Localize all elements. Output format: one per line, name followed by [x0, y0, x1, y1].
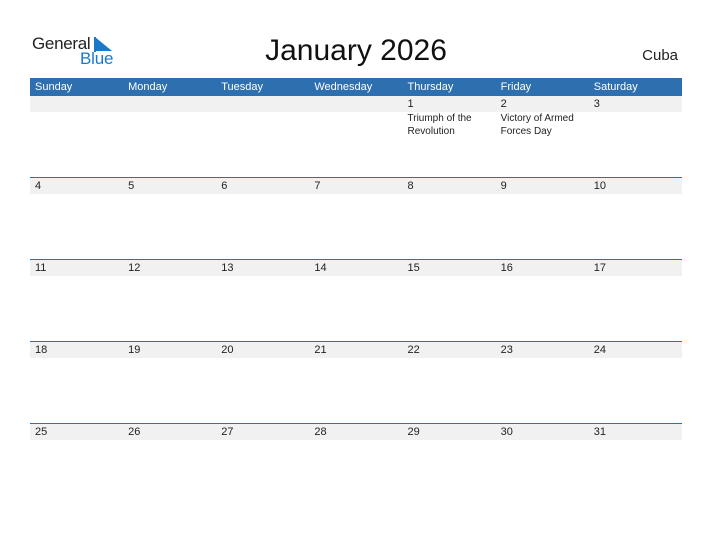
week-row: 11 12 13 14 15 16 17 [30, 259, 682, 341]
holiday-row: Triumph of the Revolution Victory of Arme… [30, 112, 682, 138]
day-number: 21 [314, 344, 327, 356]
day-number-bar: 18 19 20 21 22 23 24 [30, 342, 682, 358]
day-number: 18 [35, 344, 48, 356]
day-number: 28 [314, 426, 327, 438]
day-number-bar: 25 26 27 28 29 30 31 [30, 424, 682, 440]
day-number: 5 [128, 180, 135, 192]
weekday-header: Sunday Monday Tuesday Wednesday Thursday… [30, 78, 682, 96]
day-number: 22 [407, 344, 420, 356]
weekday-tuesday: Tuesday [221, 81, 264, 93]
day-number: 7 [314, 180, 321, 192]
day-number: 20 [221, 344, 234, 356]
day-number-bar: 1 2 3 [30, 96, 682, 112]
day-number-bar: 4 5 6 7 8 9 10 [30, 178, 682, 194]
day-number: 11 [35, 262, 47, 274]
day-number: 19 [128, 344, 141, 356]
holiday-label: Victory of Armed Forces Day [500, 113, 574, 137]
day-number: 4 [35, 180, 42, 192]
weeks-container: 1 2 3 Triumph of the Revolution Victory of A… [30, 96, 682, 505]
holiday-label: Triumph of the Revolution [407, 113, 472, 137]
day-number: 31 [593, 426, 606, 438]
weekday-friday: Friday [500, 81, 532, 93]
holiday-label [123, 112, 216, 138]
holiday-label [216, 112, 309, 138]
day-number: 3 [593, 98, 600, 110]
weekday-wednesday: Wednesday [314, 81, 373, 93]
day-number: 1 [407, 98, 414, 110]
day-number: 6 [221, 180, 228, 192]
day-number: 23 [500, 344, 513, 356]
day-number: 8 [407, 180, 414, 192]
day-number [123, 96, 216, 112]
day-number: 14 [314, 262, 327, 274]
calendar-grid: Sunday Monday Tuesday Wednesday Thursday… [30, 78, 682, 505]
week-row: 25 26 27 28 29 30 31 [30, 423, 682, 505]
day-number [30, 96, 123, 112]
day-number: 15 [407, 262, 420, 274]
day-number: 13 [221, 262, 234, 274]
day-number: 16 [500, 262, 513, 274]
day-number: 26 [128, 426, 141, 438]
week-row: 18 19 20 21 22 23 24 [30, 341, 682, 423]
weekday-monday: Monday [128, 81, 168, 93]
day-number: 25 [35, 426, 48, 438]
calendar-title: January 2026 [265, 34, 447, 67]
day-number: 17 [593, 262, 606, 274]
week-row: 1 2 3 Triumph of the Revolution Victory of A… [30, 96, 682, 177]
holiday-label [309, 112, 402, 138]
holiday-label [589, 112, 682, 138]
day-number-bar: 11 12 13 14 15 16 17 [30, 260, 682, 276]
day-number [309, 96, 402, 112]
day-number: 2 [500, 98, 507, 110]
day-number: 9 [500, 180, 507, 192]
day-number: 24 [593, 344, 606, 356]
holiday-label [30, 112, 123, 138]
weekday-sunday: Sunday [35, 81, 73, 93]
day-number: 12 [128, 262, 141, 274]
weekday-thursday: Thursday [407, 81, 454, 93]
day-number: 27 [221, 426, 234, 438]
country-label: Cuba [642, 47, 678, 64]
day-number [216, 96, 309, 112]
week-row: 4 5 6 7 8 9 10 [30, 177, 682, 259]
day-number: 29 [407, 426, 420, 438]
day-number: 30 [500, 426, 513, 438]
day-number: 10 [593, 180, 606, 192]
weekday-saturday: Saturday [593, 81, 638, 93]
